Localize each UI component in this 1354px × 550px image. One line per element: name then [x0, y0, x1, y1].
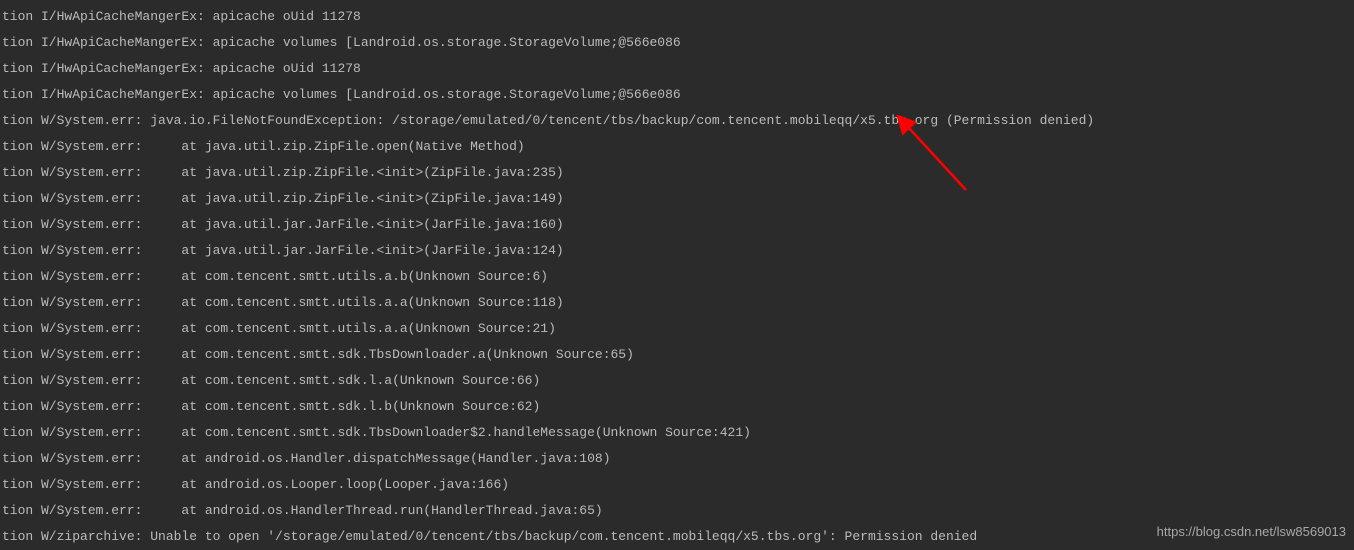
log-line: tion W/System.err: at java.util.jar.JarF… — [0, 212, 1354, 238]
log-line: tion W/System.err: java.io.FileNotFoundE… — [0, 108, 1354, 134]
log-line: tion I/HwApiCacheMangerEx: apicache volu… — [0, 82, 1354, 108]
log-line: tion I/HwApiCacheMangerEx: apicache volu… — [0, 30, 1354, 56]
log-line: tion W/System.err: at java.util.jar.JarF… — [0, 238, 1354, 264]
log-line: tion W/System.err: at com.tencent.smtt.s… — [0, 420, 1354, 446]
log-line: tion I/HwApiCacheMangerEx: apicache oUid… — [0, 4, 1354, 30]
log-line: tion W/System.err: at com.tencent.smtt.u… — [0, 290, 1354, 316]
log-line: tion W/System.err: at android.os.Handler… — [0, 498, 1354, 524]
log-output[interactable]: tion I/HwApiCacheMangerEx: apicache oUid… — [0, 4, 1354, 550]
log-line: tion W/System.err: at com.tencent.smtt.s… — [0, 368, 1354, 394]
log-line: tion W/System.err: at java.util.zip.ZipF… — [0, 160, 1354, 186]
watermark-text: https://blog.csdn.net/lsw8569013 — [1157, 524, 1346, 539]
log-line: tion W/System.err: at com.tencent.smtt.u… — [0, 264, 1354, 290]
log-line: tion I/HwApiCacheMangerEx: apicache oUid… — [0, 56, 1354, 82]
log-line: tion W/System.err: at com.tencent.smtt.s… — [0, 394, 1354, 420]
log-line: tion W/System.err: at android.os.Looper.… — [0, 472, 1354, 498]
log-line: tion W/ziparchive: Unable to open '/stor… — [0, 524, 1354, 550]
log-line: tion W/System.err: at com.tencent.smtt.s… — [0, 342, 1354, 368]
log-line: tion W/System.err: at java.util.zip.ZipF… — [0, 134, 1354, 160]
log-line: tion W/System.err: at android.os.Handler… — [0, 446, 1354, 472]
log-line: tion W/System.err: at java.util.zip.ZipF… — [0, 186, 1354, 212]
log-line: tion W/System.err: at com.tencent.smtt.u… — [0, 316, 1354, 342]
